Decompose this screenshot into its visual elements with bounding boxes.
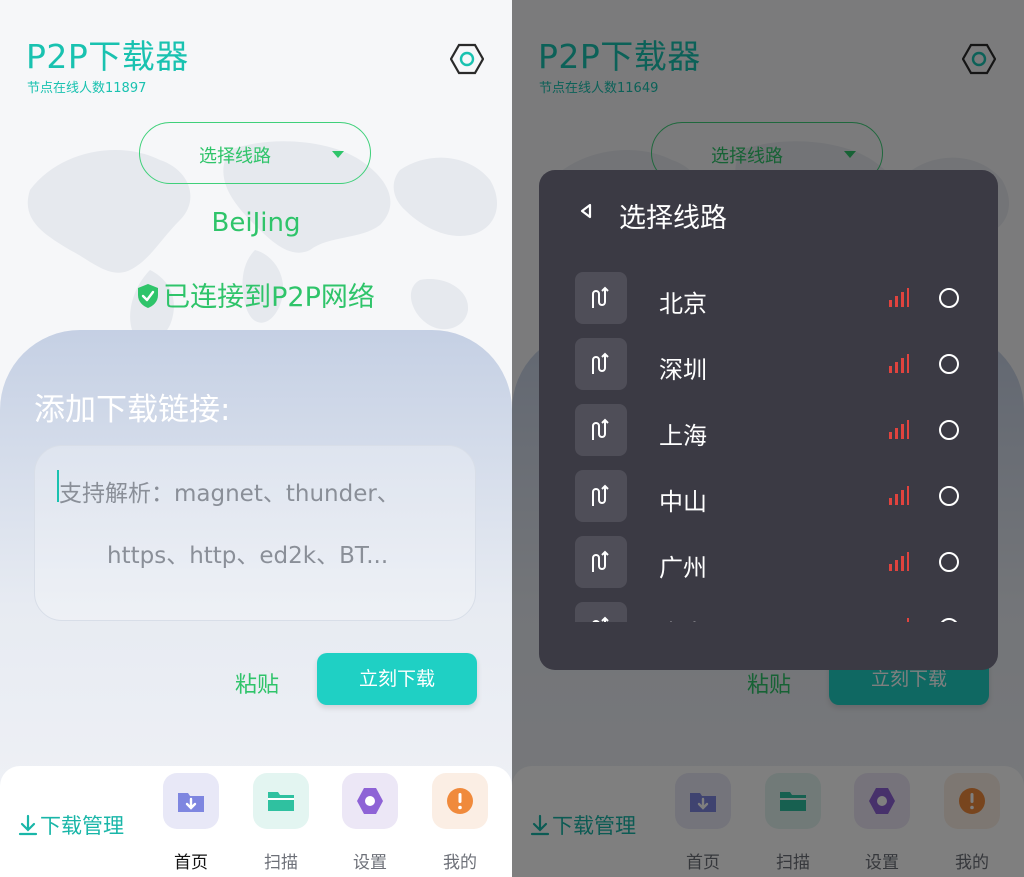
route-icon xyxy=(575,536,627,588)
signal-icon xyxy=(889,552,909,571)
route-item[interactable]: 深圳 xyxy=(539,338,998,390)
select-route-button[interactable]: 选择线路 xyxy=(139,122,371,184)
route-dialog-screen: P2P下载器 节点在线人数11649 选择线路 粘贴 立刻下载 下载管理 首页 xyxy=(512,0,1024,877)
route-name: 青岛 xyxy=(659,614,707,622)
current-city: BeiJing xyxy=(211,208,301,238)
shield-check-icon xyxy=(138,284,159,308)
route-select-dialog: 选择线路 北京 深圳 上海 中山 广州 xyxy=(539,170,998,670)
nav-settings-label: 设置 xyxy=(353,853,387,873)
download-folder-icon xyxy=(163,773,219,829)
connection-status: 已连接到P2P网络 xyxy=(0,275,512,314)
bottom-bar: 下载管理 首页 扫描 xyxy=(0,766,512,877)
route-icon xyxy=(575,602,627,622)
route-radio[interactable] xyxy=(939,354,959,374)
route-item[interactable]: 上海 xyxy=(539,404,998,456)
download-manage-label: 下载管理 xyxy=(40,814,124,838)
route-list[interactable]: 北京 深圳 上海 中山 广州 xyxy=(539,272,998,622)
nav-scan-label: 扫描 xyxy=(264,853,298,873)
link-placeholder-line2: https、http、ed2k、BT... xyxy=(107,543,389,569)
nav-home[interactable]: 首页 xyxy=(162,773,220,873)
connection-status-text: 已连接到P2P网络 xyxy=(163,282,375,313)
home-screen: P2P下载器 节点在线人数11897 选择线路 BeiJing 已连接到P2P网… xyxy=(0,0,512,877)
download-manage-link[interactable]: 下载管理 xyxy=(18,810,124,840)
signal-icon xyxy=(889,420,909,439)
signal-icon xyxy=(889,354,909,373)
download-now-button[interactable]: 立刻下载 xyxy=(317,653,477,705)
route-name: 中山 xyxy=(659,488,707,516)
route-icon xyxy=(575,404,627,456)
nav-mine[interactable]: 我的 xyxy=(431,773,489,873)
signal-icon xyxy=(889,486,909,505)
route-name: 广州 xyxy=(659,554,707,582)
app-title: P2P下载器 xyxy=(26,37,189,76)
route-item[interactable]: 中山 xyxy=(539,470,998,522)
route-name: 深圳 xyxy=(659,356,707,384)
signal-icon xyxy=(907,618,909,622)
route-radio[interactable] xyxy=(939,486,959,506)
settings-icon xyxy=(342,773,398,829)
route-icon xyxy=(575,272,627,324)
paste-button[interactable]: 粘贴 xyxy=(235,667,279,699)
link-placeholder-line1: 支持解析：magnet、thunder、 xyxy=(59,481,400,507)
nav-mine-label: 我的 xyxy=(443,853,477,873)
route-item[interactable]: 广州 xyxy=(539,536,998,588)
add-link-panel: 添加下载链接: 支持解析：magnet、thunder、 https、http、… xyxy=(0,330,512,790)
route-name: 北京 xyxy=(659,290,707,318)
dropdown-caret-icon xyxy=(332,151,344,158)
route-radio[interactable] xyxy=(939,552,959,572)
folder-icon xyxy=(253,773,309,829)
route-item[interactable]: 青岛 xyxy=(539,602,998,622)
nav-settings[interactable]: 设置 xyxy=(341,773,399,873)
select-route-label: 选择线路 xyxy=(199,146,271,167)
download-arrow-icon xyxy=(18,814,38,836)
route-radio[interactable] xyxy=(939,618,959,622)
signal-icon xyxy=(889,288,909,307)
settings-gear-icon[interactable] xyxy=(450,42,484,76)
route-icon xyxy=(575,470,627,522)
back-triangle-icon[interactable] xyxy=(579,203,593,219)
dialog-title: 选择线路 xyxy=(619,203,727,234)
nav-home-label: 首页 xyxy=(174,853,208,873)
link-input[interactable]: 支持解析：magnet、thunder、 https、http、ed2k、BT.… xyxy=(34,445,476,621)
route-name: 上海 xyxy=(659,422,707,450)
nav-scan[interactable]: 扫描 xyxy=(252,773,310,873)
alert-icon xyxy=(432,773,488,829)
route-radio[interactable] xyxy=(939,420,959,440)
route-icon xyxy=(575,338,627,390)
route-item[interactable]: 北京 xyxy=(539,272,998,324)
route-radio[interactable] xyxy=(939,288,959,308)
add-link-title: 添加下载链接: xyxy=(34,392,231,428)
online-count: 节点在线人数11897 xyxy=(27,81,147,96)
